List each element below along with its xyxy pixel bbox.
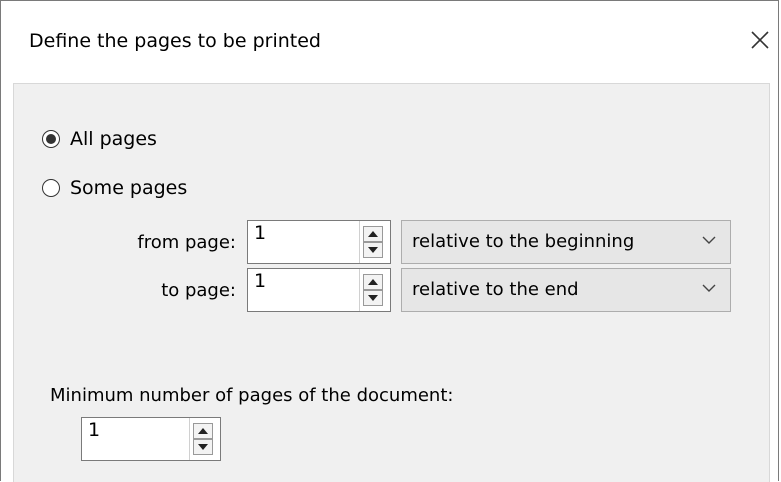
- all-pages-option[interactable]: All pages: [42, 128, 157, 150]
- minimum-pages-down-button[interactable]: [193, 439, 213, 455]
- from-page-down-button[interactable]: [363, 242, 383, 258]
- to-relation-value: relative to the end: [412, 279, 579, 300]
- to-page-label: to page:: [161, 280, 236, 301]
- minimum-pages-up-button[interactable]: [193, 423, 213, 439]
- dialog-window: Define the pages to be printed All pages…: [0, 0, 779, 482]
- close-icon: [751, 31, 769, 49]
- from-page-up-button[interactable]: [363, 226, 383, 242]
- all-pages-radio[interactable]: [42, 130, 60, 148]
- some-pages-radio[interactable]: [42, 179, 60, 197]
- arrow-up-icon: [368, 231, 378, 237]
- from-relation-dropdown[interactable]: relative to the beginning: [401, 220, 731, 264]
- arrow-down-icon: [368, 295, 378, 301]
- from-page-label: from page:: [137, 232, 236, 253]
- title-bar: Define the pages to be printed: [1, 1, 778, 83]
- to-page-down-button[interactable]: [363, 290, 383, 306]
- arrow-up-icon: [198, 428, 208, 434]
- to-page-value[interactable]: 1: [254, 270, 266, 292]
- minimum-pages-value[interactable]: 1: [88, 419, 100, 441]
- arrow-down-icon: [368, 247, 378, 253]
- dialog-body: All pages Some pages from page: 1 relati…: [13, 83, 770, 482]
- to-relation-dropdown[interactable]: relative to the end: [401, 268, 731, 312]
- to-page-spinner[interactable]: 1: [247, 268, 391, 312]
- dialog-title: Define the pages to be printed: [29, 30, 321, 52]
- from-page-value[interactable]: 1: [254, 222, 266, 244]
- minimum-pages-spinner[interactable]: 1: [81, 417, 221, 461]
- some-pages-label: Some pages: [70, 177, 188, 199]
- from-page-spinner[interactable]: 1: [247, 220, 391, 264]
- from-relation-value: relative to the beginning: [412, 231, 635, 252]
- arrow-up-icon: [368, 279, 378, 285]
- minimum-pages-label: Minimum number of pages of the document:: [50, 385, 454, 406]
- close-button[interactable]: [747, 25, 773, 55]
- chevron-down-icon: [702, 236, 716, 244]
- arrow-down-icon: [198, 444, 208, 450]
- some-pages-option[interactable]: Some pages: [42, 177, 187, 199]
- chevron-down-icon: [702, 284, 716, 292]
- all-pages-label: All pages: [70, 128, 157, 150]
- to-page-up-button[interactable]: [363, 274, 383, 290]
